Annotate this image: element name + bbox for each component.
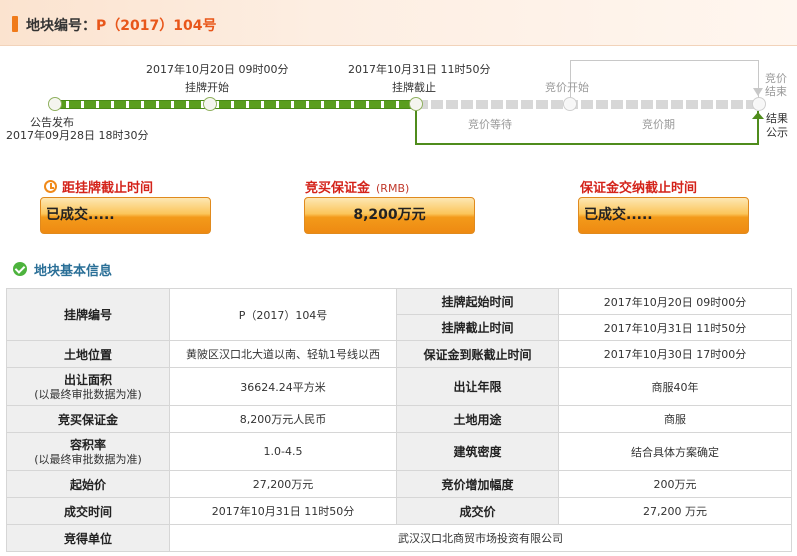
deposit-deadline-value: 已成交.....: [584, 207, 653, 223]
deposit-deadline-label: 保证金交纳截止时间: [580, 181, 698, 196]
deposit-deadline-box: 已成交.....: [578, 197, 749, 234]
page-header: 地块编号：P（2017）104号: [0, 0, 797, 46]
deal-time-label: 成交时间: [6, 497, 170, 525]
deposit-label: 竞买保证金 (RMB): [305, 177, 409, 196]
listing-start-label: 挂牌起始时间: [396, 288, 559, 315]
node-listing-end: [409, 97, 423, 111]
section-title: 地块基本信息: [34, 264, 113, 279]
header-accent-bar: [12, 16, 18, 32]
listing-start-value: 2017年10月20日 09时00分: [558, 288, 792, 315]
area-label-note: (以最终审批数据为准): [34, 388, 142, 401]
increment-label: 竞价增加幅度: [396, 470, 559, 498]
increment-value: 200万元: [558, 470, 792, 498]
area-value: 36624.24平方米: [169, 367, 397, 406]
start-price-value: 27,200万元: [169, 470, 397, 498]
countdown-value: 已成交.....: [46, 207, 115, 223]
node-bid-start: [563, 97, 577, 111]
listing-end-time: 2017年10月31日 11时50分: [348, 63, 491, 76]
parcel-code: P（2017）104号: [96, 18, 217, 34]
winner-label: 竞得单位: [6, 524, 170, 552]
table-row: 起始价 27,200万元 竞价增加幅度 200万元: [6, 470, 792, 498]
listing-start-label: 挂牌开始: [185, 81, 229, 94]
countdown-label: 距挂牌截止时间: [62, 181, 154, 196]
parcel-info-table: 挂牌编号 P（2017）104号 挂牌起始时间 2017年10月20日 09时0…: [6, 288, 792, 552]
deposit-box: 8,200万元: [304, 197, 475, 234]
far-value: 1.0-4.5: [169, 432, 397, 471]
table-row: 挂牌编号 P（2017）104号 挂牌起始时间 2017年10月20日 09时0…: [6, 288, 792, 341]
far-label-text: 容积率: [69, 438, 106, 452]
listing-no-label: 挂牌编号: [6, 288, 170, 341]
arrow-up-icon: [752, 112, 764, 119]
listing-end-value: 2017年10月31日 11时50分: [558, 314, 792, 341]
location-value: 黄陂区汉口北大道以南、轻轨1号线以西: [169, 340, 397, 368]
deposit-row-value: 8,200万元人民币: [169, 405, 397, 433]
area-label: 出让面积 (以最终审批数据为准): [6, 367, 170, 406]
bid-period-label: 竞价期: [642, 118, 675, 131]
progress-timeline: 2017年10月20日 09时00分 挂牌开始 2017年10月31日 11时5…: [0, 48, 797, 160]
countdown-box: 已成交.....: [40, 197, 211, 234]
listing-no-value: P（2017）104号: [169, 288, 397, 341]
bid-start-label: 竞价开始: [545, 81, 589, 94]
title-prefix: 地块编号：: [26, 18, 96, 34]
deposit-unit: (RMB): [376, 182, 410, 195]
term-label: 出让年限: [396, 367, 559, 406]
table-row: 容积率 (以最终审批数据为准) 1.0-4.5 建筑密度 结合具体方案确定: [6, 432, 792, 471]
check-circle-icon: [13, 262, 27, 276]
density-value: 结合具体方案确定: [558, 432, 792, 471]
node-result: [752, 97, 766, 111]
result-label-2: 公示: [766, 126, 788, 139]
table-row: 成交时间 2017年10月31日 11时50分 成交价 27,200 万元: [6, 497, 792, 525]
deposit-deadline-row-value: 2017年10月30日 17时00分: [558, 340, 792, 368]
bid-period-bracket: [570, 60, 759, 100]
deposit-deadline-row-label: 保证金到账截止时间: [396, 340, 559, 368]
listing-end-label: 挂牌截止时间: [396, 314, 559, 341]
bid-end-label-2: 结束: [765, 85, 787, 98]
alarm-clock-icon: [44, 180, 57, 193]
area-label-text: 出让面积: [63, 373, 112, 387]
usage-label: 土地用途: [396, 405, 559, 433]
timeline-track-pending: [416, 100, 759, 109]
winner-value: 武汉汉口北商贸市场投资有限公司: [169, 524, 792, 552]
table-row: 土地位置 黄陂区汉口北大道以南、轻轨1号线以西 保证金到账截止时间 2017年1…: [6, 340, 792, 368]
result-bracket: [415, 111, 759, 145]
page-title: 地块编号：P（2017）104号: [26, 15, 216, 35]
deal-time-value: 2017年10月31日 11时50分: [169, 497, 397, 525]
deal-price-value: 27,200 万元: [558, 497, 792, 525]
arrow-down-icon: [753, 88, 763, 96]
far-label: 容积率 (以最终审批数据为准): [6, 432, 170, 471]
start-price-label: 起始价: [6, 470, 170, 498]
density-label: 建筑密度: [396, 432, 559, 471]
deposit-label-text: 竞买保证金: [305, 181, 371, 196]
node-listing-start: [203, 97, 217, 111]
table-row: 竞买保证金 8,200万元人民币 土地用途 商服: [6, 405, 792, 433]
bid-waiting-label: 竞价等待: [468, 118, 512, 131]
deposit-row-label: 竞买保证金: [6, 405, 170, 433]
far-label-note: (以最终审批数据为准): [34, 453, 142, 466]
location-label: 土地位置: [6, 340, 170, 368]
listing-end-label: 挂牌截止: [392, 81, 436, 94]
table-row: 出让面积 (以最终审批数据为准) 36624.24平方米 出让年限 商服40年: [6, 367, 792, 406]
node-publish: [48, 97, 62, 111]
timeline-track-completed: [54, 100, 414, 109]
usage-value: 商服: [558, 405, 792, 433]
deal-price-label: 成交价: [396, 497, 559, 525]
term-value: 商服40年: [558, 367, 792, 406]
publish-time: 2017年09月28日 18时30分: [6, 129, 149, 142]
deposit-value: 8,200万元: [353, 207, 426, 223]
table-row: 竞得单位 武汉汉口北商贸市场投资有限公司: [6, 524, 792, 552]
listing-start-time: 2017年10月20日 09时00分: [146, 63, 289, 76]
